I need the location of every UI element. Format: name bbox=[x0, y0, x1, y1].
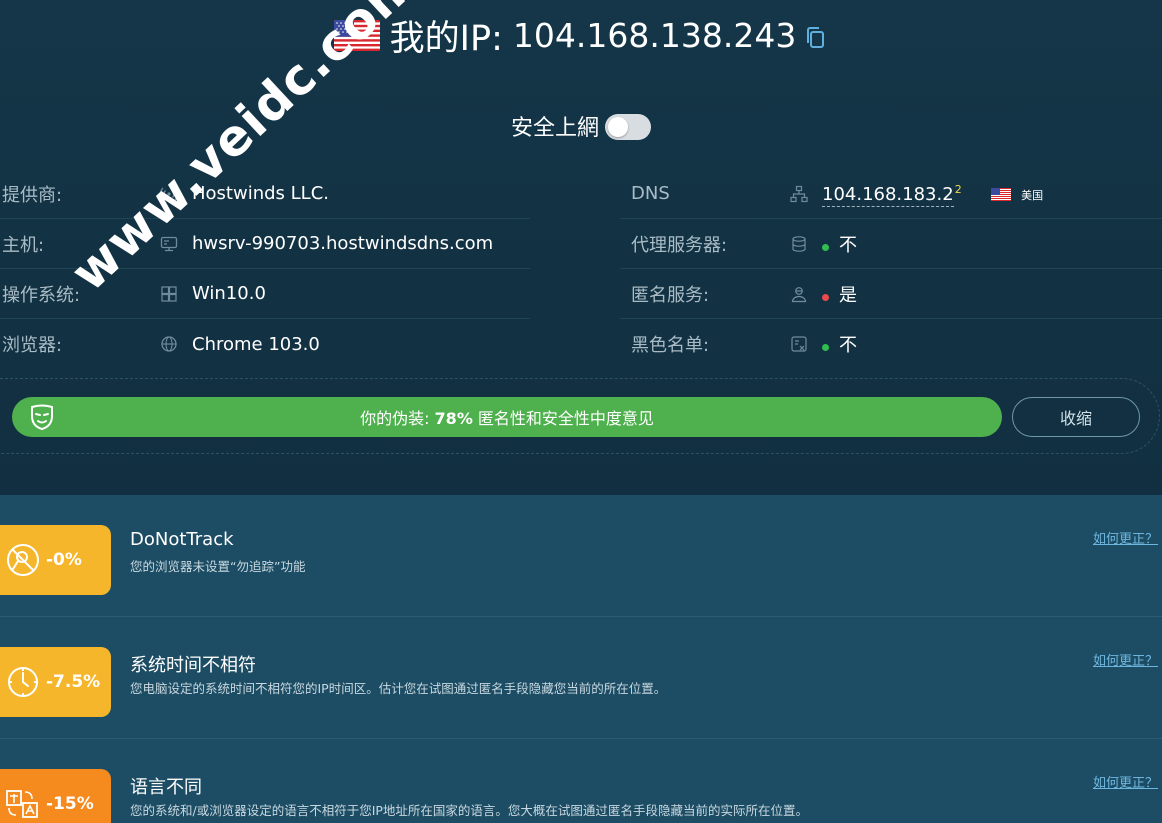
info-row-provider: 提供商: Hostwinds LLC. bbox=[0, 169, 530, 219]
secure-browsing: 安全上網 bbox=[0, 106, 1162, 146]
info-row-dns: DNS 104.168.183.22 美国 bbox=[620, 169, 1162, 219]
factor-badge: -15% bbox=[0, 769, 111, 823]
blacklist-value: 不 bbox=[839, 335, 857, 356]
how-to-fix-link[interactable]: 如何更正？ bbox=[1093, 528, 1158, 547]
how-to-fix-link[interactable]: 如何更正？ bbox=[1093, 650, 1158, 669]
clock-icon bbox=[8, 667, 38, 697]
info-row-proxy: 代理服务器: 不 bbox=[620, 219, 1162, 269]
network-icon bbox=[790, 185, 808, 203]
how-to-fix-link[interactable]: 如何更正？ bbox=[1093, 772, 1158, 791]
secure-browsing-toggle[interactable] bbox=[605, 114, 651, 140]
os-label: 操作系统: bbox=[2, 284, 81, 306]
browser-label: 浏览器: bbox=[2, 335, 63, 356]
browser-value: Chrome 103.0 bbox=[192, 333, 320, 355]
factor-badge: -0% bbox=[0, 525, 111, 595]
factor-donottrack: -0% DoNotTrack 您的浏览器未设置“勿追踪”功能 如何更正？ bbox=[0, 495, 1162, 617]
proxy-value: 不 bbox=[839, 234, 857, 256]
factor-description: 您电脑设定的系统时间不相符您的IP时间区。估计您在试图通过匿名手段隐藏您当前的所… bbox=[130, 681, 667, 696]
blacklist-icon bbox=[790, 335, 808, 353]
proxy-label: 代理服务器: bbox=[631, 234, 728, 256]
anonymizer-status-dot bbox=[822, 293, 829, 301]
anonymizer-value: 是 bbox=[839, 284, 857, 306]
blacklist-status-dot bbox=[822, 344, 829, 351]
host-value: hwsrv-990703.hostwindsdns.com bbox=[192, 233, 494, 254]
user-shield-icon bbox=[790, 285, 808, 303]
us-flag-icon bbox=[333, 19, 380, 51]
factor-percent: -7.5% bbox=[46, 672, 101, 692]
factor-percent: -0% bbox=[46, 550, 82, 570]
copy-icon[interactable] bbox=[804, 25, 828, 51]
info-row-host: 主机: hwsrv-990703.hostwindsdns.com bbox=[0, 219, 530, 269]
provider-label: 提供商: bbox=[2, 184, 63, 206]
signal-icon bbox=[160, 185, 178, 203]
database-icon bbox=[790, 235, 808, 253]
info-row-os: 操作系统: Win10.0 bbox=[0, 269, 530, 319]
dns-value[interactable]: 104.168.183.2 bbox=[822, 183, 954, 207]
factor-description: 您的系统和/或浏览器设定的语言不相符于您IP地址所在国家的语言。您大概在试图通过… bbox=[130, 803, 808, 818]
info-row-browser: 浏览器: Chrome 103.0 bbox=[0, 319, 530, 369]
translate-icon bbox=[6, 790, 38, 818]
dns-country: 美国 bbox=[1021, 188, 1044, 202]
no-tracking-icon bbox=[7, 544, 39, 576]
factor-percent: -15% bbox=[46, 794, 94, 814]
disguise-suffix: 匿名性和安全性中度意见 bbox=[472, 409, 654, 428]
factor-title: DoNotTrack bbox=[130, 529, 234, 550]
toggle-knob bbox=[608, 117, 628, 137]
secure-browsing-label: 安全上網 bbox=[510, 116, 599, 141]
factor-description: 您的浏览器未设置“勿追踪”功能 bbox=[130, 559, 306, 574]
factor-title: 语言不同 bbox=[130, 777, 202, 798]
disguise-text: 你的伪装: 78% 匿名性和安全性中度意见 bbox=[360, 405, 654, 429]
anonymizer-label: 匿名服务: bbox=[631, 284, 710, 306]
ip-address: 104.168.138.243 bbox=[512, 15, 797, 55]
dns-count: 2 bbox=[954, 182, 962, 196]
dns-value-group: 104.168.183.22 美国 bbox=[822, 182, 1044, 207]
os-value: Win10.0 bbox=[192, 283, 266, 304]
disguise-progress-bar: 你的伪装: 78% 匿名性和安全性中度意见 bbox=[12, 397, 1002, 437]
provider-value: Hostwinds LLC. bbox=[192, 183, 329, 204]
ip-label: 我的IP: bbox=[389, 18, 503, 59]
disguise-prefix: 你的伪装: bbox=[360, 409, 435, 428]
ip-header: 我的IP: 104.168.138.243 bbox=[0, 10, 1162, 60]
mask-icon bbox=[31, 404, 53, 430]
info-row-blacklist: 黑色名单: 不 bbox=[620, 319, 1162, 369]
info-row-anonymizer: 匿名服务: 是 bbox=[620, 269, 1162, 319]
us-flag-small-icon bbox=[991, 188, 1012, 201]
globe-icon bbox=[160, 335, 178, 353]
proxy-status-dot bbox=[822, 243, 829, 251]
disguise-percent: 78% bbox=[434, 409, 473, 428]
factor-system-time: -7.5% 系统时间不相符 您电脑设定的系统时间不相符您的IP时间区。估计您在试… bbox=[0, 617, 1162, 739]
blacklist-label: 黑色名单: bbox=[631, 335, 710, 356]
collapse-button[interactable]: 收缩 bbox=[1012, 397, 1140, 437]
factor-language: -15% 语言不同 您的系统和/或浏览器设定的语言不相符于您IP地址所在国家的语… bbox=[0, 739, 1162, 823]
factor-title: 系统时间不相符 bbox=[130, 655, 256, 676]
server-icon bbox=[160, 235, 178, 253]
factor-badge: -7.5% bbox=[0, 647, 111, 717]
windows-icon bbox=[160, 285, 178, 303]
host-label: 主机: bbox=[2, 234, 45, 256]
dns-label: DNS bbox=[631, 183, 670, 204]
